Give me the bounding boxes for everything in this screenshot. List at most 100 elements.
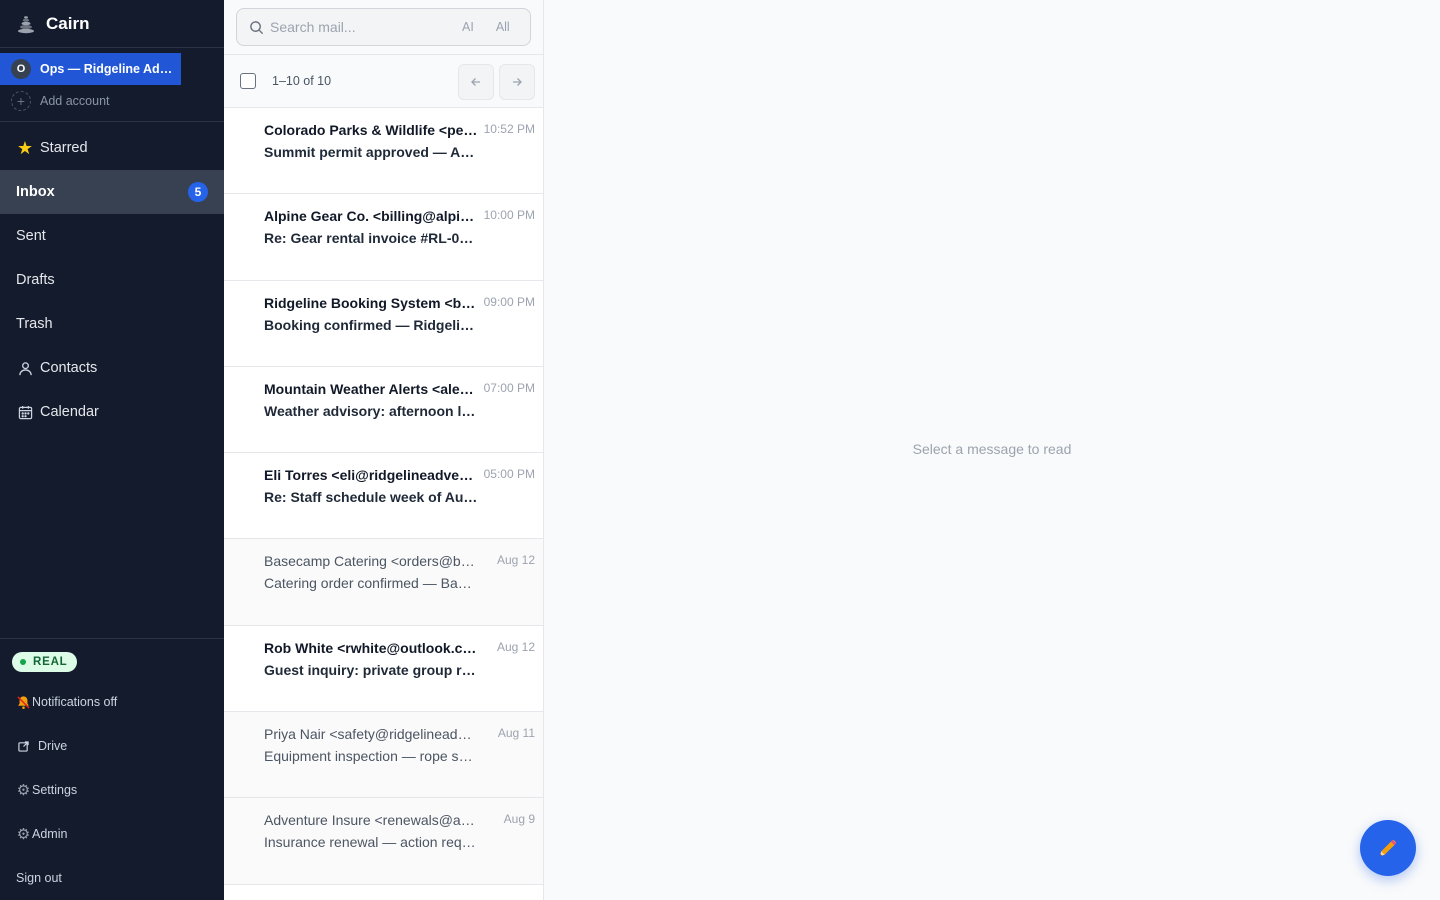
message-time: 07:00 PM	[483, 380, 535, 395]
ai-search-toggle[interactable]: AI	[462, 20, 474, 34]
message-row[interactable]: Adventure Insure <renewals@adventureinsu…	[224, 798, 543, 885]
message-subject: Guest inquiry: private group rates	[264, 661, 478, 678]
message-subject: Re: Staff schedule week of Aug 18	[264, 489, 478, 506]
admin-link[interactable]: ⚙ Admin	[16, 824, 68, 844]
message-subject: Re: Gear rental invoice #RL-0814	[264, 230, 478, 247]
sidebar: Cairn O Ops — Ridgeline Adventures + Add…	[0, 0, 224, 900]
sidebar-item-label: Contacts	[40, 360, 98, 376]
search-bar: AI All	[224, 0, 543, 55]
message-row[interactable]: Priya Nair <safety@ridgelineadventures.c…	[224, 712, 543, 799]
sidebar-item-label: Trash	[16, 316, 53, 332]
drive-label: Drive	[38, 739, 68, 753]
message-time: 05:00 PM	[483, 467, 535, 482]
message-subject: Weather advisory: afternoon lightning ri…	[264, 402, 478, 419]
select-all-checkbox[interactable]	[240, 73, 256, 89]
sidebar-item-starred[interactable]: ★ Starred	[0, 126, 224, 170]
message-row[interactable]: Mountain Weather Alerts <alerts@mountain…	[224, 366, 543, 454]
mail-nav: ★ Starred Inbox 5 Sent Drafts Trash Cont…	[0, 126, 224, 434]
mode-status-badge: REAL	[12, 652, 77, 672]
star-icon: ★	[16, 138, 34, 158]
message-row[interactable]: Rob White <rwhite@outlook.com> Guest inq…	[224, 625, 543, 713]
message-row[interactable]: Basecamp Catering <orders@basecampcateri…	[224, 539, 543, 626]
sidebar-item-label: Calendar	[40, 404, 99, 420]
settings-link[interactable]: ⚙ Settings	[16, 780, 77, 800]
person-icon	[16, 359, 34, 377]
message-row[interactable]: Eli Torres <eli@ridgelineadventures.com>…	[224, 453, 543, 540]
admin-label: Admin	[32, 827, 68, 841]
notifications-label: Notifications off	[32, 695, 118, 709]
sidebar-item-inbox[interactable]: Inbox 5	[0, 170, 224, 214]
message-time: 09:00 PM	[483, 294, 535, 309]
sidebar-item-label: Sent	[16, 228, 46, 244]
sidebar-item-sent[interactable]: Sent	[0, 214, 224, 258]
sidebar-divider	[0, 121, 224, 122]
message-time: Aug 11	[497, 726, 535, 741]
message-subject: Insurance renewal — action required	[264, 834, 478, 851]
sidebar-item-label: Starred	[40, 140, 88, 156]
bell-off-icon	[16, 695, 31, 710]
message-sender: Priya Nair <safety@ridgelineadventures.c…	[264, 726, 478, 743]
message-row[interactable]: Alpine Gear Co. <billing@alpinegear.co> …	[224, 194, 543, 281]
account-name: Ops — Ridgeline Adventures	[40, 62, 174, 76]
sidebar-item-calendar[interactable]: Calendar	[0, 390, 224, 434]
status-dot-icon	[20, 659, 26, 665]
message-sender: Basecamp Catering <orders@basecampcateri…	[264, 553, 478, 570]
account-switcher-active[interactable]: O Ops — Ridgeline Adventures	[0, 53, 181, 85]
sidebar-item-label: Inbox	[16, 184, 55, 200]
message-subject: Catering order confirmed — Basecamp lunc…	[264, 575, 478, 592]
search-input[interactable]	[270, 19, 450, 35]
message-sender: Eli Torres <eli@ridgelineadventures.com>	[264, 467, 478, 484]
message-subject: Summit permit approved — August group cl…	[264, 144, 478, 160]
message-sender: Rob White <rwhite@outlook.com>	[264, 639, 478, 656]
reading-pane: Select a message to read	[544, 0, 1440, 900]
sign-out-button[interactable]: Sign out	[16, 868, 62, 888]
previous-page-button[interactable]	[458, 64, 494, 100]
sidebar-item-contacts[interactable]: Contacts	[0, 346, 224, 390]
empty-state-text: Select a message to read	[912, 441, 1072, 457]
message-list: Colorado Parks & Wildlife <permits@cpw.s…	[224, 108, 543, 885]
plus-icon: +	[11, 91, 31, 111]
pencil-icon	[1380, 839, 1397, 856]
unread-count-badge: 5	[188, 182, 208, 202]
sidebar-item-trash[interactable]: Trash	[0, 302, 224, 346]
message-row[interactable]: Ridgeline Booking System <bookings@ridge…	[224, 280, 543, 367]
next-page-button[interactable]	[499, 64, 535, 100]
compose-button[interactable]	[1360, 820, 1416, 876]
account-avatar: O	[11, 59, 31, 79]
drive-link[interactable]: Drive	[16, 736, 67, 756]
search-scope-select[interactable]: All	[496, 20, 510, 34]
message-sender: Colorado Parks & Wildlife <permits@cpw.s…	[264, 122, 478, 138]
sidebar-item-drafts[interactable]: Drafts	[0, 258, 224, 302]
add-account-label: Add account	[40, 94, 110, 108]
settings-label: Settings	[32, 783, 78, 797]
message-time: Aug 12	[496, 553, 535, 568]
cairn-logo-icon	[18, 15, 34, 33]
message-time: 10:52 PM	[483, 122, 535, 136]
external-link-icon	[16, 739, 31, 754]
message-subject: Booking confirmed — Ridgeline Traverse	[264, 316, 478, 333]
gear-icon: ⚙	[16, 782, 31, 799]
search-icon	[250, 20, 264, 34]
message-sender: Adventure Insure <renewals@adventureinsu…	[264, 812, 478, 829]
message-sender: Ridgeline Booking System <bookings@ridge…	[264, 294, 478, 311]
sidebar-divider	[0, 638, 224, 639]
sign-out-label: Sign out	[16, 871, 62, 885]
message-sender: Mountain Weather Alerts <alerts@mountain…	[264, 380, 478, 397]
search-box: AI All	[236, 8, 531, 46]
add-account-button[interactable]: + Add account	[11, 91, 110, 111]
arrow-left-icon	[471, 78, 480, 86]
message-time: Aug 12	[496, 639, 535, 654]
calendar-icon	[16, 403, 34, 421]
message-sender: Alpine Gear Co. <billing@alpinegear.co>	[264, 208, 478, 225]
brand: Cairn	[0, 0, 224, 48]
notifications-toggle[interactable]: Notifications off	[16, 692, 117, 712]
message-list-pane: AI All 1–10 of 10 Colorado Parks & Wildl…	[224, 0, 544, 900]
arrow-right-icon	[513, 78, 522, 86]
message-time: Aug 9	[503, 812, 535, 827]
gear-icon: ⚙	[16, 826, 31, 843]
message-time: 10:00 PM	[483, 208, 535, 223]
message-row[interactable]: Colorado Parks & Wildlife <permits@cpw.s…	[224, 108, 543, 195]
sidebar-item-label: Drafts	[16, 272, 55, 288]
mode-label: REAL	[33, 656, 68, 668]
list-toolbar: 1–10 of 10	[224, 55, 543, 108]
